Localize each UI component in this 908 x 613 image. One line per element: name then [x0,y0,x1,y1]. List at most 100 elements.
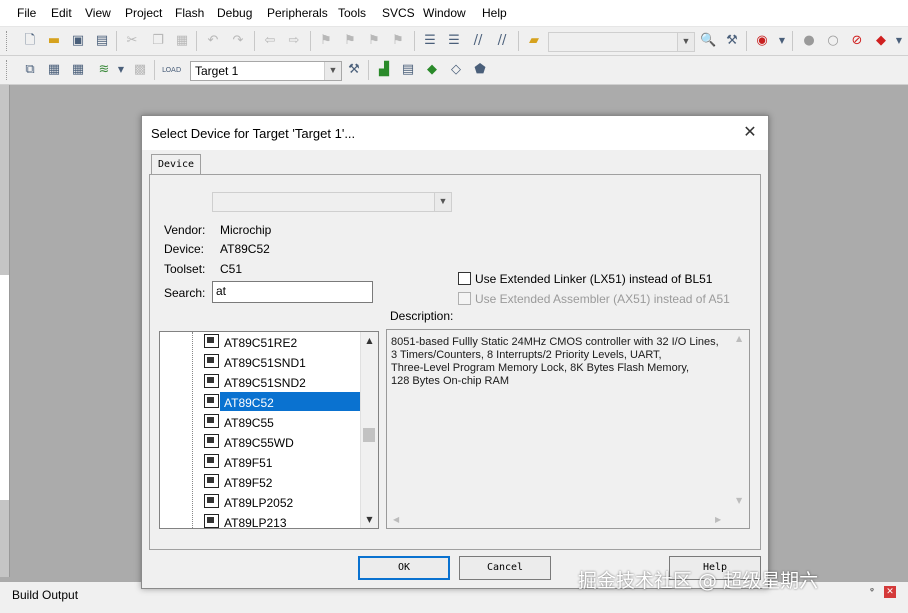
open-folder-icon[interactable]: ▬ [46,33,62,49]
list-item[interactable]: AT89LP213 [200,512,376,528]
uncomment-icon[interactable]: // [494,33,510,49]
kill-breakpoints-icon[interactable]: ⊘ [849,33,865,49]
vendor-value: Microchip [220,223,272,237]
device-tree[interactable]: AT89C51RE2 AT89C51SND1 AT89C51SND2 AT89C… [159,331,379,529]
menu-debug[interactable]: Debug [217,6,252,20]
file-extensions-icon[interactable]: ▟ [376,62,392,78]
menu-peripherals[interactable]: Peripherals [267,6,328,20]
navigate-back-icon[interactable]: ⇦ [262,33,278,49]
scroll-down-icon[interactable]: ▼ [736,496,742,505]
translate-icon[interactable]: ⧉ [22,62,38,78]
watermark: 掘金技术社区 @ 超级星期六 [578,570,819,592]
description-vscroll[interactable]: ▲ ▼ [732,330,749,510]
chevron-down-icon[interactable]: ▼ [324,62,341,80]
device-name: AT89C51SND1 [224,356,306,370]
menu-view[interactable]: View [85,6,111,20]
new-file-icon[interactable]: 🗋 [22,33,38,49]
list-item[interactable]: AT89C51RE2 [200,332,376,352]
description-box: 8051-based Fullly Static 24MHz CMOS cont… [386,329,750,529]
menu-project[interactable]: Project [125,6,162,20]
project-pane-panel [0,275,9,500]
next-bookmark-icon[interactable]: ⚑ [366,33,382,49]
batch-build-icon[interactable]: ≋ [96,62,112,78]
breakpoint-icon[interactable]: ● [801,33,817,49]
list-item[interactable]: AT89C51SND1 [200,352,376,372]
scrollbar-thumb[interactable] [363,428,375,442]
find-icon[interactable]: 🔍 [700,33,716,49]
manage-project-items-icon[interactable]: ▤ [400,62,416,78]
download-icon[interactable]: LOAD [162,62,181,78]
rebuild-icon[interactable]: ▦ [70,62,86,78]
chevron-down-icon[interactable]: ▼ [113,62,129,78]
disable-breakpoint-icon[interactable]: ○ [825,33,841,49]
list-item[interactable]: AT89C51SND2 [200,372,376,392]
target-select[interactable]: Target 1 ▼ [190,61,342,81]
close-icon[interactable]: ✕ [740,122,760,142]
close-icon[interactable]: ✕ [884,586,896,598]
cut-icon[interactable]: ✂ [124,33,140,49]
scroll-down-icon[interactable]: ▼ [361,511,378,528]
ok-button[interactable]: OK [358,556,450,580]
device-database-select[interactable]: ▼ [212,192,452,212]
extended-linker-label[interactable]: Use Extended Linker (LX51) instead of BL… [475,272,712,286]
indent-icon[interactable]: ☰ [422,33,438,49]
toolbar-grip[interactable] [6,60,11,80]
extended-assembler-checkbox [458,292,471,305]
description-line: Three-Level Program Memory Lock, 8K Byte… [391,362,690,374]
menu-tools[interactable]: Tools [338,6,366,20]
build-icon[interactable]: ▦ [46,62,62,78]
chevron-down-icon[interactable]: ▼ [677,33,694,51]
cancel-button[interactable]: Cancel [459,556,551,580]
stop-build-icon[interactable]: ▩ [132,62,148,78]
pin-icon[interactable]: ᵠ [866,586,878,598]
comment-icon[interactable]: // [470,33,486,49]
debug-session-icon[interactable]: ◉ [754,33,770,49]
list-item[interactable]: AT89LP2052 [200,492,376,512]
search-input[interactable]: at [212,281,373,303]
menu-edit[interactable]: Edit [51,6,72,20]
device-tree-scrollbar[interactable]: ▲ ▼ [360,332,378,528]
target-options-icon[interactable]: ⚒ [346,62,362,78]
list-item[interactable]: AT89F51 [200,452,376,472]
chevron-down-icon[interactable]: ▼ [434,193,451,211]
redo-icon[interactable]: ↷ [230,33,246,49]
description-line: 8051-based Fullly Static 24MHz CMOS cont… [391,336,719,348]
bookmark-icon[interactable]: ⚑ [318,33,334,49]
list-item-selected[interactable]: AT89C52 [200,392,376,412]
menu-svcs[interactable]: SVCS [382,6,415,20]
pack-installer-icon[interactable]: ◆ [424,62,440,78]
save-all-icon[interactable]: ▤ [94,33,110,49]
save-icon[interactable]: ▣ [70,33,86,49]
paste-icon[interactable]: ▦ [174,33,190,49]
list-item[interactable]: AT89C55WD [200,432,376,452]
tab-device[interactable]: Device [151,154,201,175]
undo-icon[interactable]: ↶ [205,33,221,49]
scroll-up-icon[interactable]: ▲ [736,334,742,343]
menu-file[interactable]: File [17,6,36,20]
select-packs-icon[interactable]: ◇ [448,62,464,78]
chevron-down-icon[interactable]: ▼ [891,33,907,49]
chevron-down-icon[interactable]: ▼ [774,33,790,49]
find-in-files-icon[interactable]: ▰ [526,33,542,49]
menu-flash[interactable]: Flash [175,6,204,20]
outdent-icon[interactable]: ☰ [446,33,462,49]
insert-breakpoint-icon[interactable]: ◆ [873,33,889,49]
menu-window[interactable]: Window [423,6,466,20]
prev-bookmark-icon[interactable]: ⚑ [342,33,358,49]
scroll-up-icon[interactable]: ▲ [361,332,378,349]
manage-runtime-icon[interactable]: ⬟ [472,62,488,78]
device-name: AT89C55 [224,416,274,430]
extended-linker-checkbox[interactable] [458,272,471,285]
menu-help[interactable]: Help [482,6,507,20]
list-item[interactable]: AT89F52 [200,472,376,492]
navigate-forward-icon[interactable]: ⇨ [286,33,302,49]
find-combo[interactable]: ▼ [548,32,695,52]
clear-bookmarks-icon[interactable]: ⚑ [390,33,406,49]
scroll-right-icon[interactable]: ▶ [715,515,721,524]
list-item[interactable]: AT89C55 [200,412,376,432]
copy-icon[interactable]: ❐ [150,33,166,49]
scroll-left-icon[interactable]: ◀ [393,515,399,524]
toolbar-grip[interactable] [6,31,11,51]
description-hscroll[interactable]: ◀ ▶ [387,511,732,528]
incremental-find-icon[interactable]: ⚒ [724,33,740,49]
